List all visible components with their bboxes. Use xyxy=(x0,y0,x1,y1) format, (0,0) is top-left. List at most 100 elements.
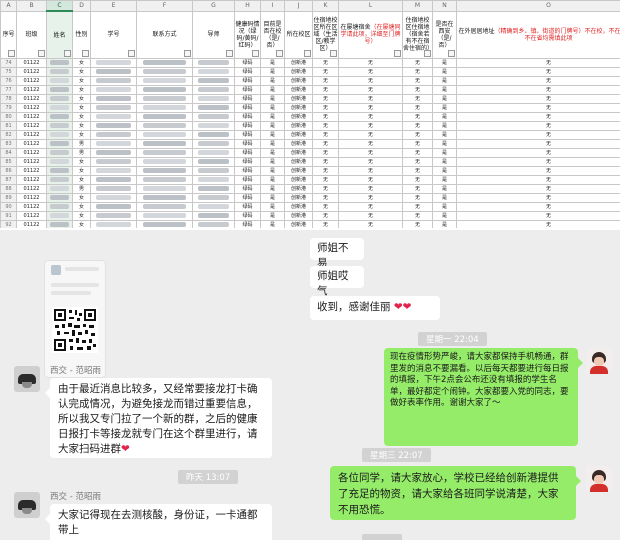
table-cell[interactable]: 81 xyxy=(0,121,17,131)
column-letter-g[interactable]: G xyxy=(192,0,235,12)
redacted-cell[interactable] xyxy=(192,211,235,221)
redacted-cell[interactable] xyxy=(46,220,73,228)
table-cell[interactable]: 无 xyxy=(312,175,339,185)
table-cell[interactable]: 女 xyxy=(72,112,91,122)
redacted-cell[interactable] xyxy=(90,121,137,131)
table-cell[interactable]: 创新港 xyxy=(284,58,313,68)
table-cell[interactable]: 创新港 xyxy=(284,139,313,149)
filter-dropdown-icon[interactable] xyxy=(64,50,71,57)
table-cell[interactable]: 87 xyxy=(0,175,17,185)
table-cell[interactable]: 绿码 xyxy=(234,67,261,77)
redacted-cell[interactable] xyxy=(90,67,137,77)
table-cell[interactable]: 绿码 xyxy=(234,184,261,194)
column-letter-d[interactable]: D xyxy=(72,0,91,12)
table-cell[interactable]: 79 xyxy=(0,103,17,113)
filter-dropdown-icon[interactable] xyxy=(38,50,45,57)
redacted-cell[interactable] xyxy=(46,130,73,140)
table-cell[interactable]: 是 xyxy=(260,202,285,212)
table-cell[interactable]: 无 xyxy=(338,121,403,131)
table-cell[interactable]: 78 xyxy=(0,94,17,104)
table-cell[interactable]: 是 xyxy=(260,112,285,122)
redacted-cell[interactable] xyxy=(136,76,193,86)
table-cell[interactable]: 01122 xyxy=(16,193,47,203)
table-cell[interactable]: 是 xyxy=(260,94,285,104)
table-cell[interactable]: 01122 xyxy=(16,67,47,77)
table-cell[interactable]: 女 xyxy=(72,67,91,77)
column-letter-j[interactable]: J xyxy=(284,0,313,12)
my-avatar[interactable] xyxy=(586,466,612,492)
column-letter-l[interactable]: L xyxy=(338,0,403,12)
table-cell[interactable]: 是 xyxy=(432,76,457,86)
table-cell[interactable]: 01122 xyxy=(16,139,47,149)
redacted-cell[interactable] xyxy=(192,94,235,104)
redacted-cell[interactable] xyxy=(46,211,73,221)
table-cell[interactable]: 无 xyxy=(338,130,403,140)
table-cell[interactable]: 无 xyxy=(312,94,339,104)
table-cell[interactable]: 无 xyxy=(402,184,433,194)
table-cell[interactable]: 无 xyxy=(402,202,433,212)
redacted-cell[interactable] xyxy=(136,166,193,176)
table-cell[interactable]: 创新港 xyxy=(284,166,313,176)
table-cell[interactable]: 84 xyxy=(0,148,17,158)
table-cell[interactable]: 无 xyxy=(312,193,339,203)
table-cell[interactable]: 92 xyxy=(0,220,17,228)
table-cell[interactable]: 无 xyxy=(402,220,433,228)
table-cell[interactable]: 无 xyxy=(338,184,403,194)
redacted-cell[interactable] xyxy=(46,157,73,167)
table-cell[interactable]: 无 xyxy=(402,175,433,185)
table-cell[interactable]: 是 xyxy=(260,85,285,95)
filter-dropdown-icon[interactable] xyxy=(276,50,283,57)
redacted-cell[interactable] xyxy=(90,184,137,194)
redacted-cell[interactable] xyxy=(90,166,137,176)
redacted-cell[interactable] xyxy=(192,85,235,95)
table-cell[interactable]: 无 xyxy=(338,103,403,113)
filter-dropdown-icon[interactable] xyxy=(184,50,191,57)
table-cell[interactable]: 无 xyxy=(312,202,339,212)
redacted-cell[interactable] xyxy=(192,166,235,176)
column-letter-o[interactable]: O xyxy=(456,0,620,12)
table-row[interactable]: 75 01122 女绿码是创新港无无无是无 xyxy=(0,67,620,77)
table-cell[interactable]: 绿码 xyxy=(234,94,261,104)
table-cell[interactable]: 无 xyxy=(456,94,620,104)
table-cell[interactable]: 创新港 xyxy=(284,130,313,140)
table-cell[interactable]: 01122 xyxy=(16,121,47,131)
table-cell[interactable]: 无 xyxy=(456,67,620,77)
redacted-cell[interactable] xyxy=(46,175,73,185)
redacted-cell[interactable] xyxy=(136,103,193,113)
table-cell[interactable]: 无 xyxy=(338,94,403,104)
table-cell[interactable]: 01122 xyxy=(16,103,47,113)
redacted-cell[interactable] xyxy=(46,94,73,104)
table-cell[interactable]: 无 xyxy=(338,85,403,95)
redacted-cell[interactable] xyxy=(136,184,193,194)
redacted-cell[interactable] xyxy=(46,58,73,68)
my-avatar[interactable] xyxy=(586,348,612,374)
table-row[interactable]: 87 01122 女绿码是创新港无无无是无 xyxy=(0,175,620,185)
table-cell[interactable]: 无 xyxy=(338,211,403,221)
table-cell[interactable]: 无 xyxy=(402,211,433,221)
column-letter-h[interactable]: H xyxy=(234,0,261,12)
table-row[interactable]: 74 01122 女绿码是创新港无无无是无 xyxy=(0,58,620,68)
redacted-cell[interactable] xyxy=(90,157,137,167)
table-cell[interactable]: 绿码 xyxy=(234,220,261,228)
table-cell[interactable]: 无 xyxy=(338,67,403,77)
table-cell[interactable]: 80 xyxy=(0,112,17,122)
chat-window[interactable]: 师姐不易 师姐哎气 收到，感谢佳丽 ❤❤ 星期一 22:04 西交 - 范昭雨 … xyxy=(0,230,620,540)
table-cell[interactable]: 01122 xyxy=(16,112,47,122)
table-cell[interactable]: 无 xyxy=(402,94,433,104)
table-cell[interactable]: 无 xyxy=(312,139,339,149)
table-cell[interactable]: 创新港 xyxy=(284,76,313,86)
table-cell[interactable]: 无 xyxy=(456,184,620,194)
table-cell[interactable]: 无 xyxy=(338,193,403,203)
table-row[interactable]: 83 01122 男绿码是创新港无无无是无 xyxy=(0,139,620,149)
table-cell[interactable]: 男 xyxy=(72,148,91,158)
table-cell[interactable]: 创新港 xyxy=(284,112,313,122)
table-cell[interactable]: 无 xyxy=(338,76,403,86)
table-cell[interactable]: 无 xyxy=(402,67,433,77)
table-cell[interactable]: 无 xyxy=(456,76,620,86)
table-row[interactable]: 77 01122 女绿码是创新港无无无是无 xyxy=(0,85,620,95)
table-cell[interactable]: 无 xyxy=(312,67,339,77)
table-cell[interactable]: 无 xyxy=(456,166,620,176)
redacted-cell[interactable] xyxy=(46,76,73,86)
table-cell[interactable]: 创新港 xyxy=(284,211,313,221)
table-cell[interactable]: 是 xyxy=(432,130,457,140)
